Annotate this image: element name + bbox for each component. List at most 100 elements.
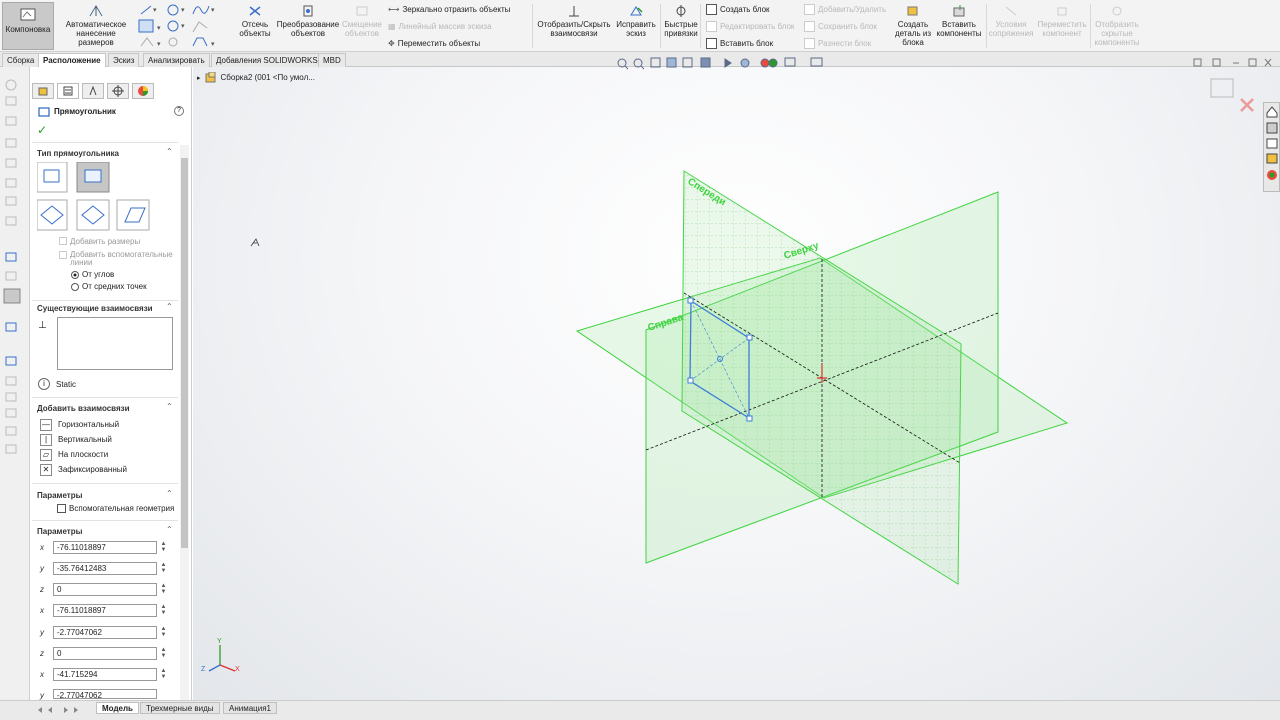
triad-x-label: X: [235, 666, 240, 673]
quick-snaps-button[interactable]: Быстрые привязки: [662, 2, 700, 50]
close-icon: [1264, 58, 1272, 67]
move-component-button[interactable]: Переместить компонент: [1036, 2, 1088, 50]
pm-tab-bar: [32, 83, 154, 101]
tab-animation[interactable]: Анимация1: [223, 702, 278, 714]
auto-dimension-button[interactable]: Автоматическое нанесение размеров: [58, 2, 134, 50]
relation-vertical[interactable]: | Вертикальный: [40, 433, 112, 446]
param-y3-field[interactable]: -2.77047062: [53, 689, 157, 699]
property-manager-tab[interactable]: [57, 83, 79, 99]
save-block-button[interactable]: Сохранить блок: [804, 19, 877, 33]
radio-selected-icon: [71, 270, 79, 279]
repair-sketch-label: Исправить эскиз: [616, 20, 656, 38]
tab-evaluate[interactable]: Анализировать: [143, 53, 210, 67]
spinner-icon[interactable]: ▲ ▼: [160, 604, 167, 617]
construction-geometry-checkbox[interactable]: Вспомогательная геометрия: [57, 504, 174, 513]
left-toolbar-icons[interactable]: [0, 67, 30, 467]
spinner-icon[interactable]: ▲ ▼: [160, 647, 167, 660]
section-divider: [32, 483, 178, 484]
feature-manager-tab[interactable]: [32, 83, 54, 99]
tab-model[interactable]: Модель: [96, 702, 139, 714]
configuration-manager-tab[interactable]: [82, 83, 104, 99]
tab-3d-views[interactable]: Трехмерные виды: [140, 702, 220, 714]
show-hidden-components-button[interactable]: Отобразить скрытые компоненты: [1092, 2, 1142, 50]
offset-button[interactable]: Смещение объектов: [342, 2, 382, 50]
tab-solidworks-addins[interactable]: Добавления SOLIDWORKS: [211, 53, 323, 67]
pm-scrollbar-thumb[interactable]: [181, 158, 188, 548]
bottom-tab-bar: Модель Трехмерные виды Анимация1: [0, 700, 1280, 720]
repair-sketch-button[interactable]: Исправить эскиз: [614, 2, 658, 50]
param-x1-field[interactable]: -76.11018897: [53, 541, 157, 554]
mirror-button[interactable]: ⟷ Зеркально отразить объекты: [388, 2, 510, 16]
show-hide-relations-button[interactable]: Отобразить/Скрыть взаимосвязи: [536, 2, 612, 50]
dimxpert-tab[interactable]: [107, 83, 129, 99]
parameters-heading: Параметры: [37, 527, 83, 536]
add-remove-button[interactable]: Добавить/Удалить: [804, 2, 886, 16]
from-midpoints-radio[interactable]: От средних точек: [71, 282, 147, 291]
collapse-icon[interactable]: ⌃: [166, 303, 174, 311]
linear-pattern-button[interactable]: ▦ Линейный массив эскиза: [388, 19, 492, 33]
rectangle-type-buttons[interactable]: [37, 162, 157, 232]
display-manager-tab[interactable]: [132, 83, 154, 99]
spinner-icon[interactable]: ▲ ▼: [160, 541, 167, 554]
param-z2-field[interactable]: 0: [53, 647, 157, 660]
param-x3-field[interactable]: -41.715294: [53, 668, 157, 681]
explode-block-icon: [804, 37, 815, 49]
make-part-from-block-button[interactable]: Создать деталь из блока: [893, 2, 933, 50]
model-view[interactable]: Спереди Сверху Справа Y X Z: [193, 67, 1280, 700]
collapse-icon[interactable]: ⌃: [166, 526, 174, 534]
spinner-icon[interactable]: ▲ ▼: [160, 583, 167, 596]
edit-block-button[interactable]: Редактировать блок: [706, 19, 794, 33]
svg-text:▾: ▾: [211, 41, 215, 48]
explode-block-button[interactable]: Разнести блок: [804, 36, 871, 50]
show-hidden-label: Отобразить скрытые компоненты: [1094, 20, 1140, 47]
maximize-icon: [1248, 58, 1257, 67]
tab-sketch[interactable]: Эскиз: [108, 53, 140, 67]
add-dimensions-checkbox[interactable]: Добавить размеры: [59, 237, 140, 246]
config-icon: [89, 85, 97, 96]
relation-on-plane[interactable]: ▱ На плоскости: [40, 448, 108, 461]
insert-block-button[interactable]: Вставить блок: [706, 36, 773, 50]
param-z1-field[interactable]: 0: [53, 583, 157, 596]
relation-fixed[interactable]: ✕ Зафиксированный: [40, 463, 127, 476]
tab-assembly[interactable]: Сборка: [2, 53, 40, 67]
spinner-icon[interactable]: ▲ ▼: [160, 668, 167, 681]
spinner-icon[interactable]: ▲ ▼: [160, 626, 167, 639]
section-divider: [32, 142, 178, 143]
left-toolbar: [0, 67, 30, 700]
explode-block-label: Разнести блок: [818, 38, 872, 48]
move-entities-button[interactable]: ✥ Переместить объекты: [388, 36, 480, 50]
trim-button[interactable]: Отсечь объекты: [236, 2, 274, 50]
ok-check-icon[interactable]: ✓: [37, 123, 47, 137]
create-block-button[interactable]: Создать блок: [706, 2, 770, 16]
layout-button[interactable]: Компоновка: [2, 2, 54, 50]
collapse-icon[interactable]: ⌃: [166, 148, 174, 156]
param-y1-field[interactable]: -35.76412483: [53, 562, 157, 575]
rectangle-icon: [38, 107, 50, 117]
quick-snaps-label: Быстрые привязки: [664, 20, 698, 38]
existing-relations-list[interactable]: [57, 317, 173, 370]
graphics-area[interactable]: ▸ Сборка2 (001 <По умол... Спереди Сверх…: [193, 57, 1280, 700]
save-block-icon: [804, 20, 815, 32]
tab-layout[interactable]: Расположение: [38, 53, 106, 68]
param-x2-field[interactable]: -76.11018897: [53, 604, 157, 617]
add-construction-checkbox[interactable]: Добавить вспомогательные линии: [59, 251, 179, 267]
spinner-icon[interactable]: ▲ ▼: [160, 562, 167, 575]
param-y2-field[interactable]: -2.77047062: [53, 626, 157, 639]
ribbon-separator: [700, 4, 701, 48]
layout-icon: [20, 8, 36, 21]
insert-components-button[interactable]: Вставить компоненты: [934, 2, 984, 50]
relation-horizontal[interactable]: — Горизонтальный: [40, 418, 119, 431]
relation-vertical-label: Вертикальный: [58, 435, 112, 444]
from-corners-radio[interactable]: От углов: [71, 270, 114, 279]
mate-conditions-button[interactable]: Условия сопряжения: [988, 2, 1034, 50]
repair-sketch-icon: [630, 6, 643, 16]
tab-scroll-arrows[interactable]: [36, 705, 96, 715]
restore-icon: [1193, 58, 1202, 67]
tab-mbd[interactable]: MBD: [318, 53, 346, 67]
help-icon[interactable]: ?: [174, 106, 184, 116]
convert-entities-button[interactable]: Преобразование объектов: [276, 2, 340, 50]
collapse-icon[interactable]: ⌃: [166, 403, 174, 411]
rectangle-cursor-icon: [250, 238, 260, 247]
sketch-tools-icons[interactable]: ▾ ▾ ▾ ▾ ▾ ▾ ▾: [137, 2, 237, 50]
collapse-icon[interactable]: ⌃: [166, 490, 174, 498]
